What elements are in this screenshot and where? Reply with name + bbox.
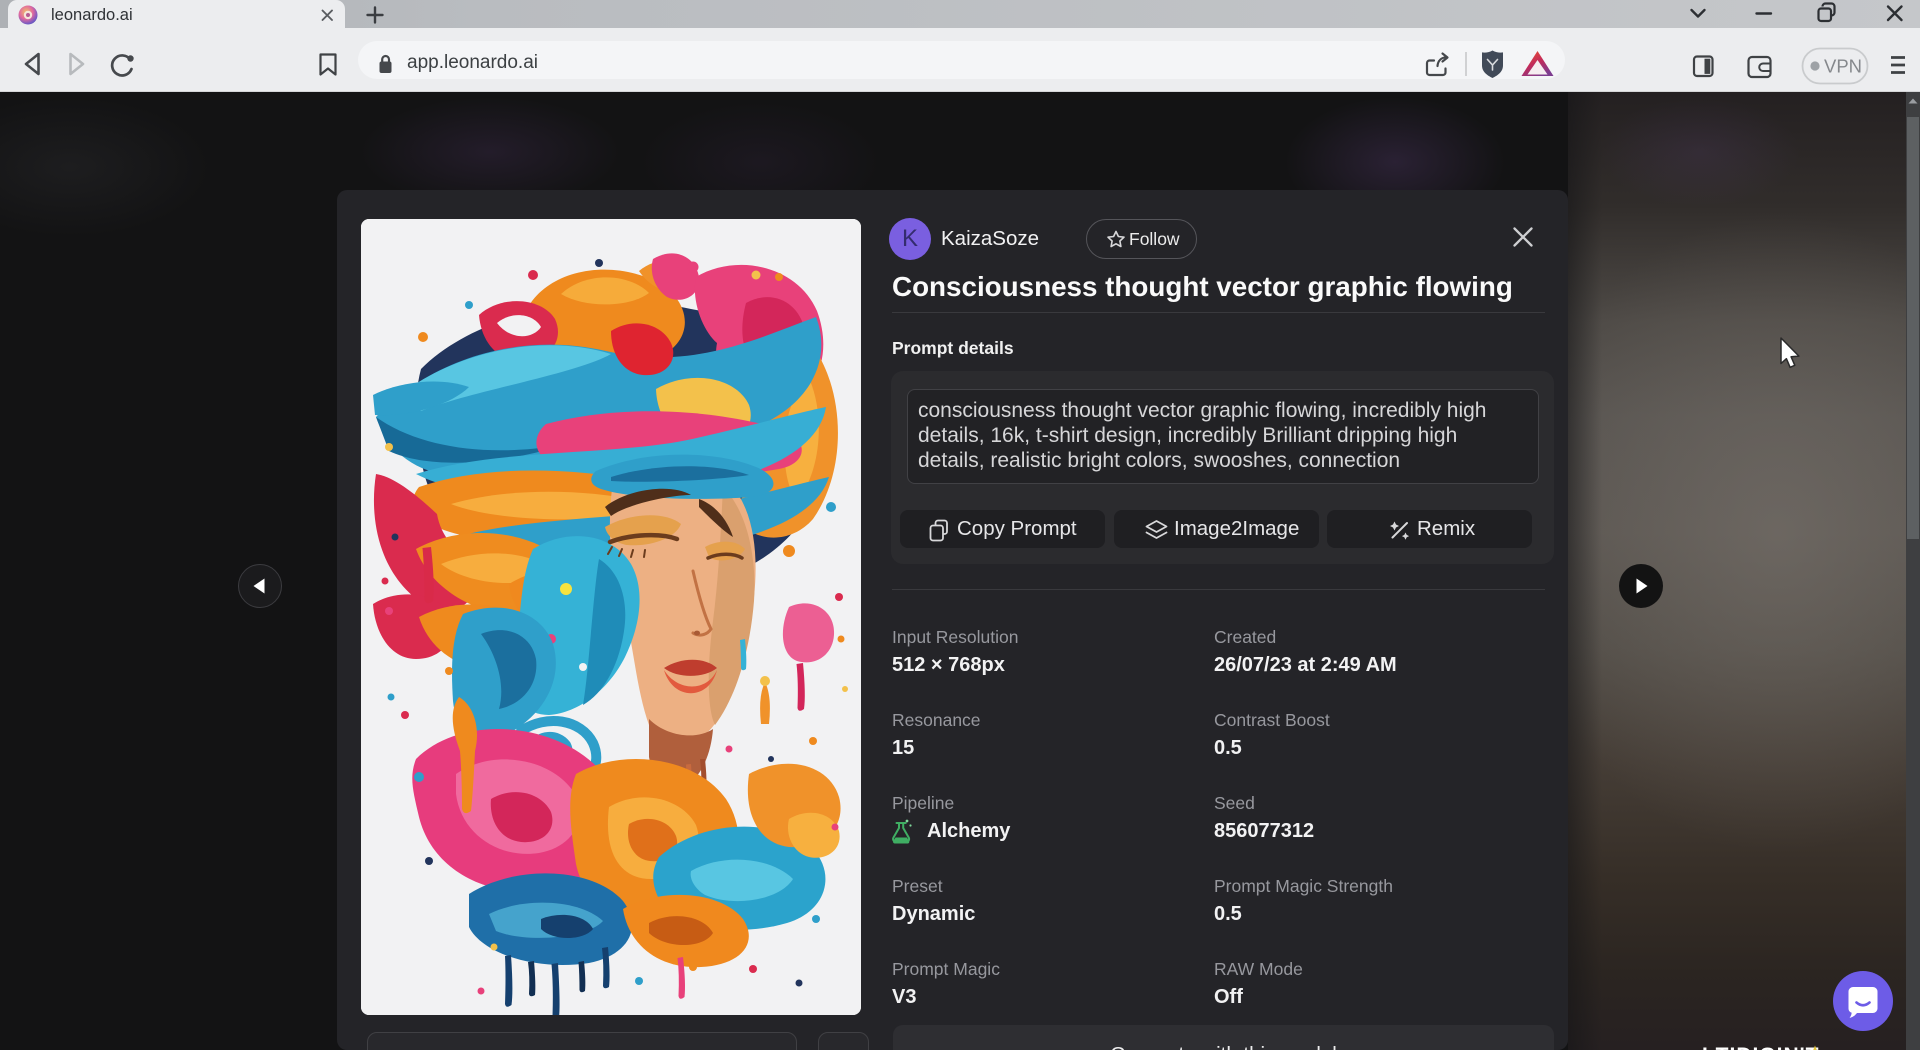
- svg-text:VPN: VPN: [1824, 56, 1862, 77]
